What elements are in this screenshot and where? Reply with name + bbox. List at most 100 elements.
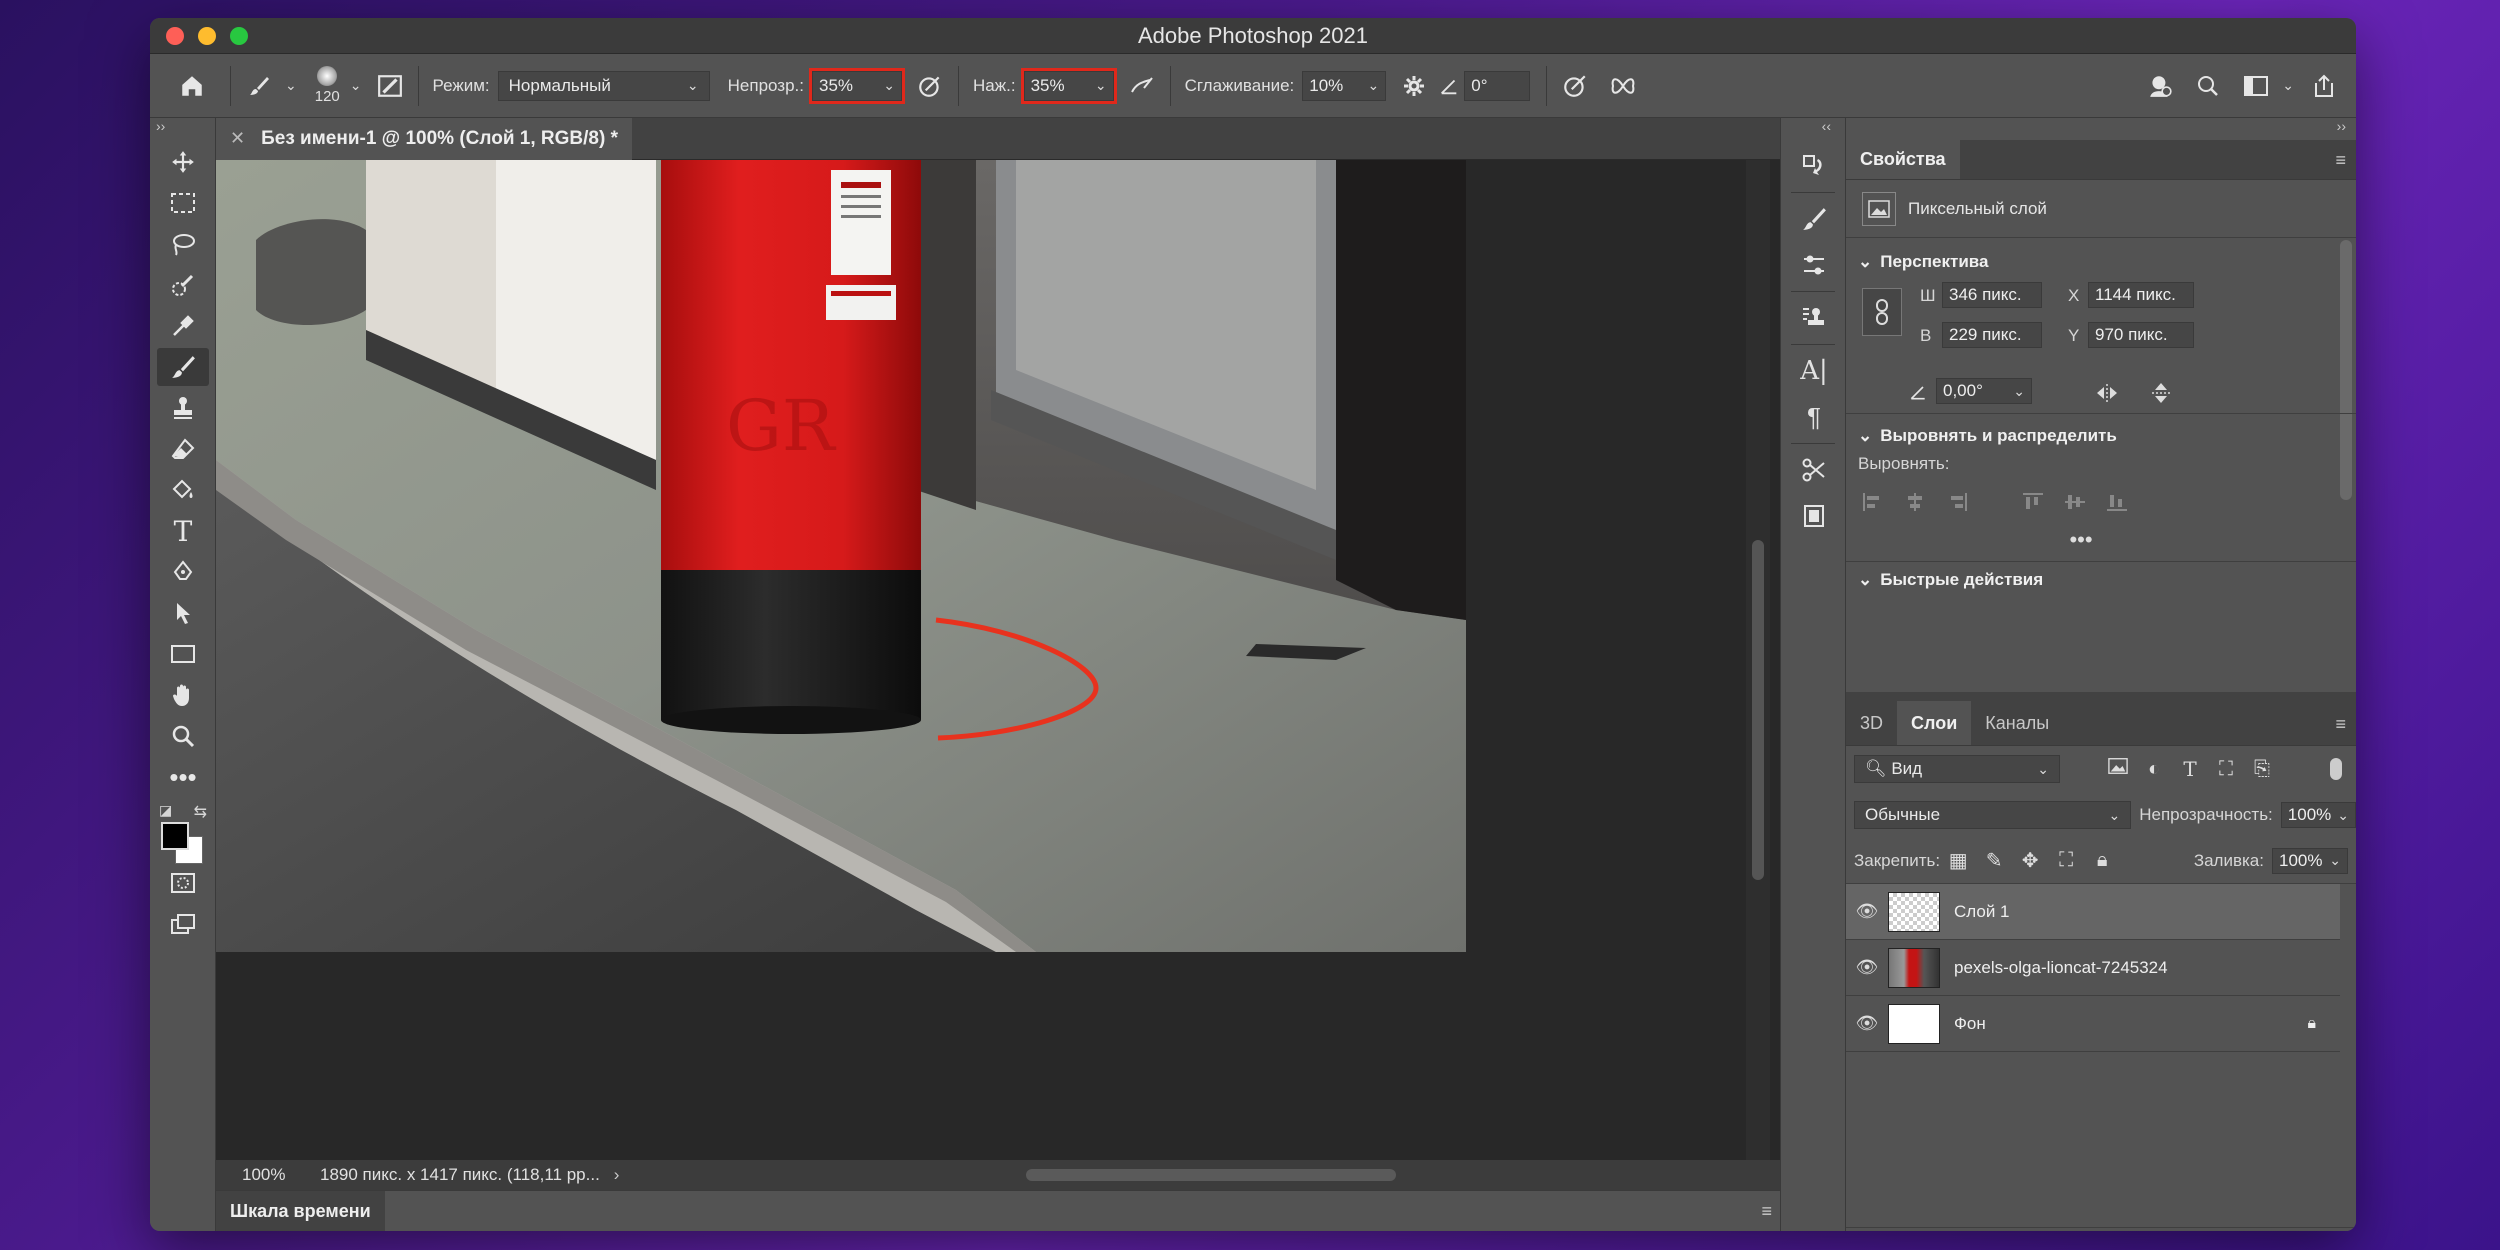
- lock-transparent-pixels-icon[interactable]: ▦: [1940, 848, 1976, 873]
- type-tool-icon[interactable]: T: [157, 512, 209, 550]
- timeline-tab[interactable]: Шкала времени: [216, 1190, 385, 1231]
- foreground-color-swatch[interactable]: [161, 822, 189, 850]
- visibility-eye-icon[interactable]: 👁︎: [1846, 957, 1888, 978]
- tab-properties[interactable]: Свойства: [1846, 139, 1960, 179]
- gear-icon[interactable]: [1394, 66, 1434, 106]
- chevron-down-icon[interactable]: ⌄: [350, 77, 362, 94]
- brush-size-picker[interactable]: 120: [315, 66, 340, 105]
- quick-selection-tool-icon[interactable]: [157, 266, 209, 304]
- close-window-button[interactable]: [166, 27, 184, 45]
- zoom-tool-icon[interactable]: [157, 717, 209, 755]
- perspective-section-header[interactable]: ⌄ Перспектива: [1846, 246, 2356, 278]
- chevron-down-icon[interactable]: ⌄: [883, 77, 895, 94]
- visibility-eye-icon[interactable]: 👁︎: [1846, 1013, 1888, 1034]
- clone-stamp-tool-icon[interactable]: [157, 389, 209, 427]
- lock-icon[interactable]: 🔒︎: [2307, 1015, 2316, 1033]
- blend-mode-select[interactable]: Нормальный ⌄: [497, 70, 710, 101]
- brush-settings-icon[interactable]: [1791, 199, 1837, 239]
- chevron-down-icon[interactable]: ⌄: [285, 77, 297, 94]
- opacity-field[interactable]: 35% ⌄: [809, 67, 905, 104]
- align-right-icon[interactable]: [1946, 492, 1968, 517]
- collapse-toolbar-icon[interactable]: ››: [150, 118, 215, 140]
- swap-colors-icon[interactable]: ⇆: [194, 802, 207, 822]
- horizontal-scroll-thumb[interactable]: [1026, 1169, 1396, 1181]
- tab-channels[interactable]: Каналы: [1971, 701, 2063, 745]
- move-tool-icon[interactable]: [157, 143, 209, 181]
- clone-source-icon[interactable]: [1791, 298, 1837, 338]
- canvas[interactable]: GR: [216, 160, 1716, 1160]
- more-options-icon[interactable]: •••: [1846, 527, 2356, 553]
- history-icon[interactable]: [1791, 146, 1837, 186]
- adjustments-icon[interactable]: [1791, 245, 1837, 285]
- flip-vertical-icon[interactable]: [2150, 380, 2172, 411]
- pressure-opacity-icon[interactable]: [910, 66, 950, 106]
- lock-all-icon[interactable]: 🔒︎: [2084, 849, 2120, 872]
- vertical-scrollbar[interactable]: [1746, 160, 1770, 1160]
- close-icon[interactable]: ✕: [230, 128, 245, 149]
- filter-type-icon[interactable]: T: [2172, 757, 2208, 781]
- height-field[interactable]: 229 пикс.: [1942, 322, 2042, 348]
- eyedropper-tool-icon[interactable]: [157, 307, 209, 345]
- rotation-angle-field[interactable]: 0,00° ⌄: [1936, 378, 2032, 404]
- character-icon[interactable]: A|: [1791, 351, 1837, 391]
- libraries-icon[interactable]: [1791, 496, 1837, 536]
- angle-field[interactable]: 0°: [1464, 70, 1531, 101]
- tools-scissors-icon[interactable]: [1791, 450, 1837, 490]
- marquee-tool-icon[interactable]: [157, 184, 209, 222]
- panel-menu-icon[interactable]: ≡: [2335, 150, 2346, 171]
- brush-settings-panel-icon[interactable]: [370, 66, 410, 106]
- chevron-down-icon[interactable]: ⌄: [2329, 852, 2341, 869]
- share-icon[interactable]: [2304, 66, 2344, 106]
- more-tools-icon[interactable]: •••: [157, 758, 209, 796]
- lasso-tool-icon[interactable]: [157, 225, 209, 263]
- workspace-icon[interactable]: [2236, 66, 2276, 106]
- align-left-icon[interactable]: [1862, 492, 1884, 517]
- align-bottom-icon[interactable]: [2106, 492, 2128, 517]
- layer-row-layer-1[interactable]: 👁︎ Слой 1: [1846, 884, 2340, 940]
- lock-position-icon[interactable]: ✥: [2012, 848, 2048, 873]
- quick-mask-icon[interactable]: [157, 864, 209, 902]
- rectangle-tool-icon[interactable]: [157, 635, 209, 673]
- path-selection-tool-icon[interactable]: [157, 594, 209, 632]
- hand-tool-icon[interactable]: [157, 676, 209, 714]
- default-colors-icon[interactable]: ◪: [159, 802, 172, 819]
- vertical-scroll-thumb[interactable]: [1752, 540, 1764, 880]
- collapse-panels-icon[interactable]: ‹‹: [1781, 118, 1845, 140]
- document-tab[interactable]: ✕ Без имени-1 @ 100% (Слой 1, RGB/8) *: [216, 117, 632, 160]
- panel-menu-icon[interactable]: ≡: [1761, 1201, 1772, 1222]
- expand-panels-icon[interactable]: ››: [1846, 118, 2356, 140]
- pressure-field[interactable]: 35% ⌄: [1020, 67, 1117, 104]
- quick-actions-section-header[interactable]: ⌄ Быстрые действия: [1846, 564, 2356, 596]
- search-icon[interactable]: [2188, 66, 2228, 106]
- fill-field[interactable]: 100% ⌄: [2272, 847, 2348, 874]
- paragraph-icon[interactable]: ¶: [1791, 397, 1837, 437]
- lock-image-pixels-icon[interactable]: ✎: [1976, 848, 2012, 873]
- minimize-window-button[interactable]: [198, 27, 216, 45]
- zoom-level[interactable]: 100%: [242, 1165, 312, 1185]
- filter-shape-icon[interactable]: ⛶: [2208, 758, 2244, 781]
- smoothing-field[interactable]: 10% ⌄: [1302, 70, 1387, 101]
- filter-adjustment-icon[interactable]: ◐: [2136, 758, 2172, 781]
- layer-blend-mode-select[interactable]: Обычные ⌄: [1854, 801, 2132, 829]
- y-field[interactable]: 970 пикс.: [2088, 322, 2194, 348]
- flip-horizontal-icon[interactable]: [2094, 382, 2120, 409]
- brush-tool-icon[interactable]: [157, 348, 209, 386]
- visibility-eye-icon[interactable]: 👁︎: [1846, 901, 1888, 922]
- pressure-size-icon[interactable]: [1555, 66, 1595, 106]
- align-middle-vertical-icon[interactable]: [2064, 492, 2086, 517]
- width-field[interactable]: 346 пикс.: [1942, 282, 2042, 308]
- pen-tool-icon[interactable]: [157, 553, 209, 591]
- x-field[interactable]: 1144 пикс.: [2088, 282, 2194, 308]
- chevron-down-icon[interactable]: ⌄: [2013, 383, 2025, 400]
- panel-menu-icon[interactable]: ≡: [2335, 714, 2346, 735]
- layer-row-background[interactable]: 👁︎ Фон 🔒︎: [1846, 996, 2340, 1052]
- align-section-header[interactable]: ⌄ Выровнять и распределить: [1846, 420, 2356, 452]
- brush-preset-icon[interactable]: [239, 66, 279, 106]
- airbrush-icon[interactable]: [1122, 66, 1162, 106]
- layer-filter-select[interactable]: 🔍︎ Вид ⌄: [1854, 755, 2060, 783]
- chevron-right-icon[interactable]: ›: [614, 1165, 620, 1185]
- screen-mode-icon[interactable]: [157, 905, 209, 943]
- filter-toggle[interactable]: [2330, 758, 2342, 780]
- filter-pixel-icon[interactable]: [2100, 757, 2136, 781]
- chevron-down-icon[interactable]: ⌄: [1368, 77, 1380, 94]
